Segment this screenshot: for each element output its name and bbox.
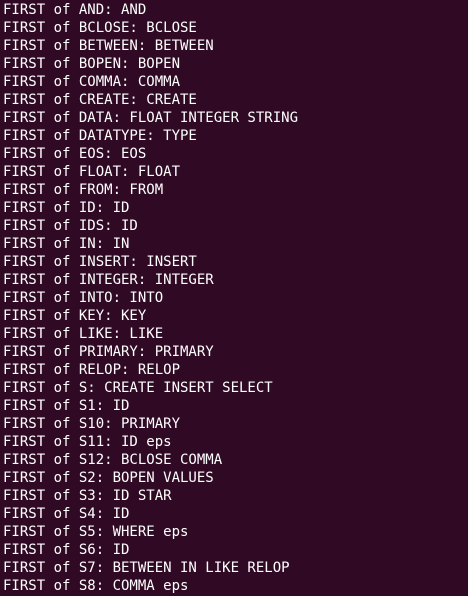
output-line: FIRST of INTEGER: INTEGER bbox=[3, 272, 214, 288]
output-line: FIRST of IN: IN bbox=[3, 236, 130, 252]
output-line: FIRST of BOPEN: BOPEN bbox=[3, 56, 181, 72]
output-line: FIRST of AND: AND bbox=[3, 2, 147, 18]
output-line: FIRST of S12: BCLOSE COMMA bbox=[3, 452, 223, 468]
output-line: FIRST of ID: ID bbox=[3, 200, 130, 216]
output-line: FIRST of INSERT: INSERT bbox=[3, 254, 197, 270]
output-line: FIRST of DATA: FLOAT INTEGER STRING bbox=[3, 110, 299, 126]
output-line: FIRST of S5: WHERE eps bbox=[3, 524, 189, 540]
terminal-output[interactable]: FIRST of AND: AND FIRST of BCLOSE: BCLOS… bbox=[0, 0, 468, 596]
output-line: FIRST of S4: ID bbox=[3, 506, 130, 522]
output-line: FIRST of BCLOSE: BCLOSE bbox=[3, 20, 197, 36]
output-line: FIRST of COMMA: COMMA bbox=[3, 74, 181, 90]
output-line: FIRST of S11: ID eps bbox=[3, 434, 172, 450]
output-line: FIRST of FLOAT: FLOAT bbox=[3, 164, 181, 180]
output-line: FIRST of S: CREATE INSERT SELECT bbox=[3, 380, 273, 396]
output-line: FIRST of RELOP: RELOP bbox=[3, 362, 181, 378]
output-line: FIRST of IDS: ID bbox=[3, 218, 138, 234]
output-line: FIRST of KEY: KEY bbox=[3, 308, 147, 324]
output-line: FIRST of S3: ID STAR bbox=[3, 488, 172, 504]
output-line: FIRST of S1: ID bbox=[3, 398, 130, 414]
output-line: FIRST of INTO: INTO bbox=[3, 290, 164, 306]
output-line: FIRST of S2: BOPEN VALUES bbox=[3, 470, 214, 486]
output-line: FIRST of EOS: EOS bbox=[3, 146, 147, 162]
output-line: FIRST of BETWEEN: BETWEEN bbox=[3, 38, 214, 54]
output-line: FIRST of CREATE: CREATE bbox=[3, 92, 197, 108]
output-line: FIRST of S6: ID bbox=[3, 542, 130, 558]
output-line: FIRST of LIKE: LIKE bbox=[3, 326, 164, 342]
output-line: FIRST of PRIMARY: PRIMARY bbox=[3, 344, 214, 360]
output-line: FIRST of S8: COMMA eps bbox=[3, 578, 189, 594]
output-line: FIRST of S7: BETWEEN IN LIKE RELOP bbox=[3, 560, 290, 576]
output-line: FIRST of FROM: FROM bbox=[3, 182, 164, 198]
output-line: FIRST of S10: PRIMARY bbox=[3, 416, 181, 432]
output-line: FIRST of DATATYPE: TYPE bbox=[3, 128, 197, 144]
